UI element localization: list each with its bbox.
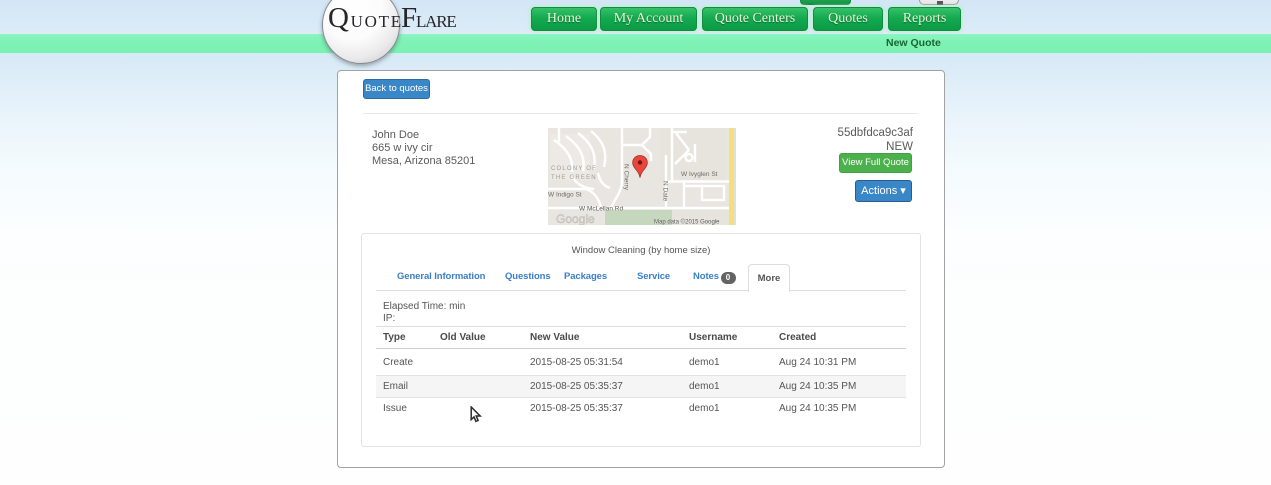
svg-text:N Date: N Date xyxy=(662,181,669,202)
svg-text:N Cherry: N Cherry xyxy=(623,164,630,191)
svg-text:Map data ©2015 Google: Map data ©2015 Google xyxy=(654,219,720,226)
svg-text:W Ivyglen St: W Ivyglen St xyxy=(681,171,718,178)
svg-text:W Indigo St: W Indigo St xyxy=(548,192,582,199)
svg-text:Google: Google xyxy=(556,212,595,225)
svg-text:THE GREEN: THE GREEN xyxy=(551,175,597,181)
svg-text:COLONY OF: COLONY OF xyxy=(551,166,597,172)
